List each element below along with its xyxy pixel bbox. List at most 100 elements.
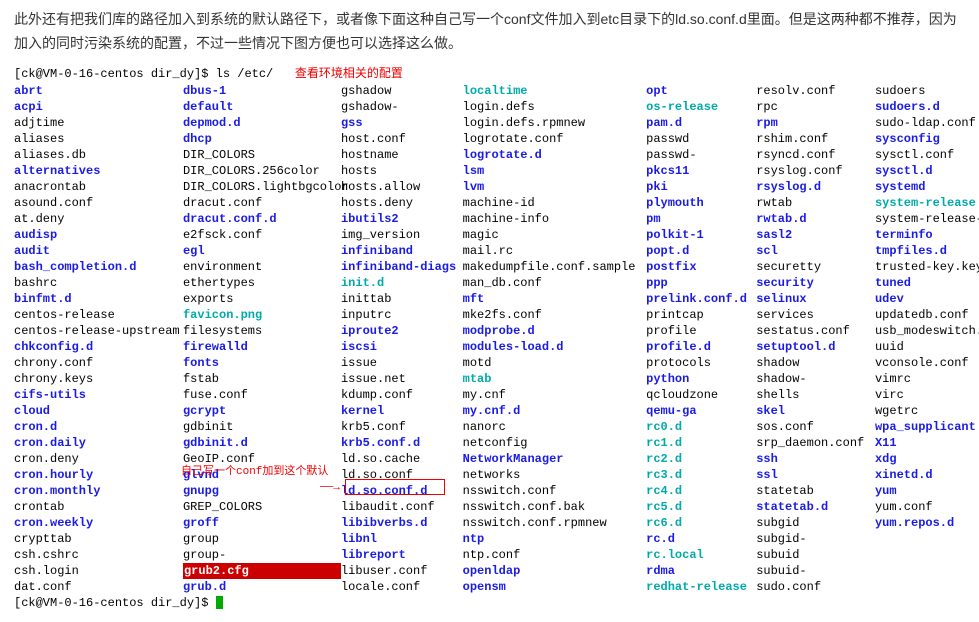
- file-entry: groff: [183, 515, 341, 531]
- file-entry: cron.hourly: [14, 467, 183, 483]
- file-entry: firewalld: [183, 339, 341, 355]
- file-entry: terminfo: [875, 227, 965, 243]
- file-entry: cron.daily: [14, 435, 183, 451]
- file-entry: GREP_COLORS: [183, 499, 341, 515]
- file-entry: rc.d: [646, 531, 756, 547]
- file-entry: pkcs11: [646, 163, 756, 179]
- file-entry: csh.cshrc: [14, 547, 183, 563]
- file-entry: group: [183, 531, 341, 547]
- file-entry: makedumpfile.conf.sample: [463, 259, 646, 275]
- file-entry: netconfig: [463, 435, 646, 451]
- file-entry: subuid: [756, 547, 875, 563]
- file-entry: adjtime: [14, 115, 183, 131]
- file-entry: iscsi: [341, 339, 463, 355]
- file-entry: cron.monthly: [14, 483, 183, 499]
- file-entry: profile.d: [646, 339, 756, 355]
- file-entry: gshadow: [341, 83, 463, 99]
- file-entry: ssl: [756, 467, 875, 483]
- file-entry: csh.login: [14, 563, 183, 579]
- file-entry: default: [183, 99, 341, 115]
- file-entry: binfmt.d: [14, 291, 183, 307]
- file-entry: sasl2: [756, 227, 875, 243]
- file-entry: rwtab.d: [756, 211, 875, 227]
- file-entry: rsyncd.conf: [756, 147, 875, 163]
- file-entry: localtime: [463, 83, 646, 99]
- file-entry: cron.weekly: [14, 515, 183, 531]
- file-entry: openldap: [463, 563, 646, 579]
- file-entry: DIR_COLORS: [183, 147, 341, 163]
- file-entry: rsyslog.d: [756, 179, 875, 195]
- file-entry: rpm: [756, 115, 875, 131]
- file-entry: gss: [341, 115, 463, 131]
- file-entry: sysconfig: [875, 131, 965, 147]
- file-entry: kernel: [341, 403, 463, 419]
- file-entry: rwtab: [756, 195, 875, 211]
- file-entry: subuid-: [756, 563, 875, 579]
- file-entry: nsswitch.conf.rpmnew: [463, 515, 646, 531]
- file-entry: ntp.conf: [463, 547, 646, 563]
- prompt-text-2: [ck@VM-0-16-centos dir_dy]$: [14, 596, 216, 610]
- file-entry: dracut.conf.d: [183, 211, 341, 227]
- file-entry: fuse.conf: [183, 387, 341, 403]
- file-entry: X11: [875, 435, 965, 451]
- file-entry: opt: [646, 83, 756, 99]
- file-entry: udev: [875, 291, 965, 307]
- highlight-box: [345, 479, 445, 495]
- file-entry: hostname: [341, 147, 463, 163]
- file-entry: cloud: [14, 403, 183, 419]
- file-entry: networks: [463, 467, 646, 483]
- ls-column: sudoerssudoers.dsudo-ldap.confsysconfigs…: [875, 83, 965, 595]
- file-entry: login.defs.rpmnew: [463, 115, 646, 131]
- file-entry: depmod.d: [183, 115, 341, 131]
- file-entry: passwd: [646, 131, 756, 147]
- file-entry: my.cnf: [463, 387, 646, 403]
- file-entry: bashrc: [14, 275, 183, 291]
- file-entry: magic: [463, 227, 646, 243]
- file-entry: ethertypes: [183, 275, 341, 291]
- file-entry: chrony.conf: [14, 355, 183, 371]
- ls-column: optos-releasepam.dpasswdpasswd-pkcs11pki…: [646, 83, 756, 595]
- ls-column: dbus-1defaultdepmod.ddhcpDIR_COLORSDIR_C…: [183, 83, 341, 595]
- file-entry: login.defs: [463, 99, 646, 115]
- file-entry: grub2.cfg: [183, 563, 341, 579]
- file-entry: pki: [646, 179, 756, 195]
- file-entry: rc1.d: [646, 435, 756, 451]
- file-entry: securetty: [756, 259, 875, 275]
- file-entry: systemd: [875, 179, 965, 195]
- file-entry: wgetrc: [875, 403, 965, 419]
- file-entry: shells: [756, 387, 875, 403]
- file-entry: iproute2: [341, 323, 463, 339]
- file-entry: dat.conf: [14, 579, 183, 595]
- file-entry: machine-id: [463, 195, 646, 211]
- file-entry: vconsole.conf: [875, 355, 965, 371]
- file-entry: plymouth: [646, 195, 756, 211]
- file-entry: prelink.conf.d: [646, 291, 756, 307]
- file-entry: filesystems: [183, 323, 341, 339]
- file-entry: vimrc: [875, 371, 965, 387]
- file-entry: logrotate.conf: [463, 131, 646, 147]
- file-entry: security: [756, 275, 875, 291]
- file-entry: img_version: [341, 227, 463, 243]
- file-entry: cron.deny: [14, 451, 183, 467]
- file-entry: at.deny: [14, 211, 183, 227]
- intro-text: 此外还有把我们库的路径加入到系统的默认路径下，或者像下面这种自己写一个conf文…: [0, 0, 979, 62]
- file-entry: nanorc: [463, 419, 646, 435]
- file-entry: dbus-1: [183, 83, 341, 99]
- file-entry: dracut.conf: [183, 195, 341, 211]
- file-entry: os-release: [646, 99, 756, 115]
- file-entry: chrony.keys: [14, 371, 183, 387]
- file-entry: favicon.png: [183, 307, 341, 323]
- file-entry: ssh: [756, 451, 875, 467]
- file-entry: rc.local: [646, 547, 756, 563]
- file-entry: issue.net: [341, 371, 463, 387]
- file-entry: subgid-: [756, 531, 875, 547]
- file-entry: system-release-cpe: [875, 211, 965, 227]
- file-entry: skel: [756, 403, 875, 419]
- file-entry: alternatives: [14, 163, 183, 179]
- file-entry: services: [756, 307, 875, 323]
- file-entry: rc0.d: [646, 419, 756, 435]
- file-entry: printcap: [646, 307, 756, 323]
- file-entry: shadow-: [756, 371, 875, 387]
- file-entry: sestatus.conf: [756, 323, 875, 339]
- file-entry: issue: [341, 355, 463, 371]
